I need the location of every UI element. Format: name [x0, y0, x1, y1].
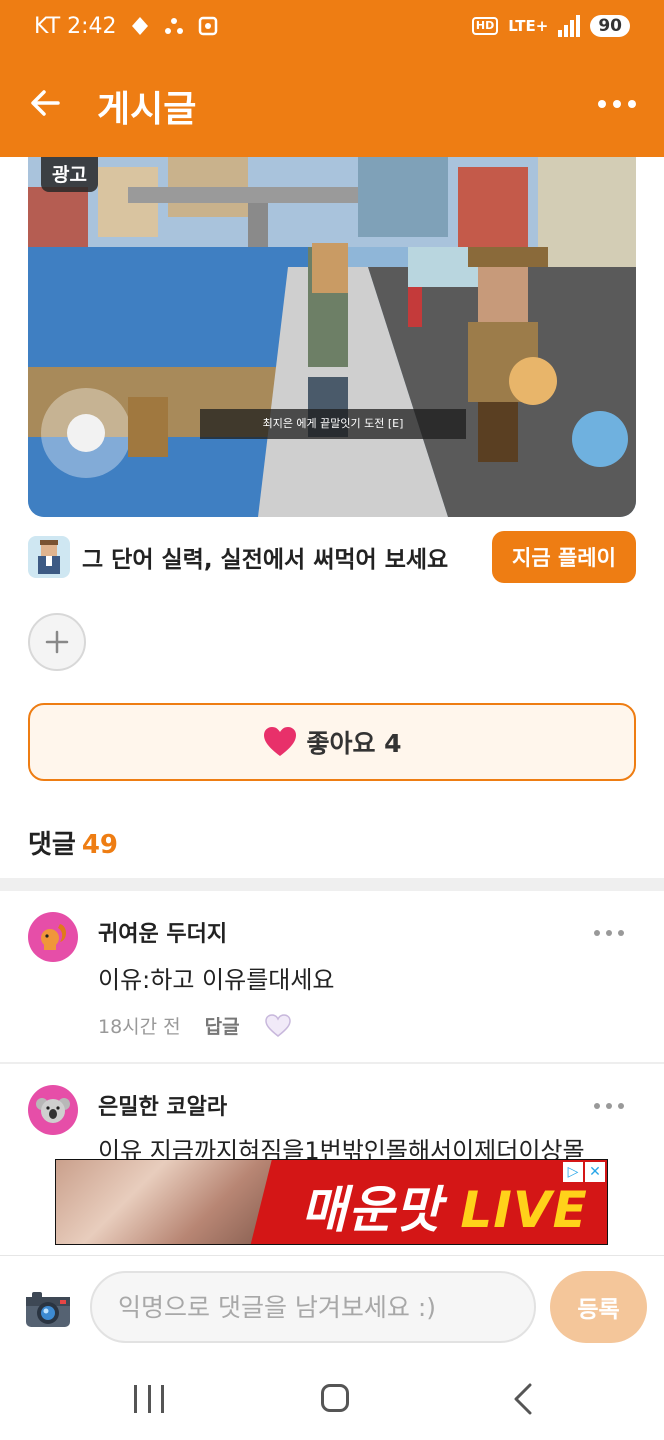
network-type: LTE+ [508, 16, 549, 35]
section-divider [0, 878, 664, 891]
page-title: 게시글 [97, 89, 197, 130]
ad-game-image[interactable] [28, 157, 636, 517]
banner-ad[interactable]: 매운맛 LIVE ▷ ✕ [55, 1159, 608, 1245]
screen-capture-icon [198, 16, 217, 36]
comment-author: 은밀한 코알라 [98, 1095, 228, 1120]
game-caption: 최지은 에게 끝말잇기 도전 [E] [200, 409, 466, 439]
comments-header: 댓글 49 [28, 824, 118, 861]
home-icon[interactable] [321, 1384, 349, 1412]
like-label: 좋아요 4 [306, 729, 402, 758]
game-scene-illustration [28, 157, 636, 517]
recent-apps-icon[interactable] [134, 1385, 164, 1413]
status-time: KT 2:42 [34, 13, 117, 39]
arrow-left-icon[interactable] [28, 86, 62, 120]
ad-promo-row: 그 단어 실력, 실전에서 써먹어 보세요 지금 플레이 [28, 530, 636, 584]
hd-voice-badge: HD [471, 17, 499, 35]
more-horizontal-icon[interactable] [598, 92, 638, 116]
back-nav-icon[interactable] [508, 1382, 538, 1416]
comment-item: 은밀한 코알라 이유 지금까지혀짐을1번밖인몰해서이제더이상몰 [0, 1064, 664, 1159]
comment-composer: 등록 [0, 1255, 664, 1359]
game-avatar-icon [28, 536, 70, 578]
squirrel-icon [28, 912, 78, 962]
comments-count: 49 [81, 830, 119, 860]
system-nav-bar [0, 1360, 664, 1440]
heart-outline-icon[interactable] [264, 1013, 292, 1039]
add-reaction-button[interactable] [28, 613, 86, 671]
banner-text: 매운맛 LIVE [301, 1181, 588, 1239]
ad-tagline: 그 단어 실력, 실전에서 써먹어 보세요 [82, 547, 449, 573]
status-bar: KT 2:42 HD LTE+ 90 [0, 0, 664, 52]
app-header: KT 2:42 HD LTE+ 90 게시글 [0, 0, 664, 157]
koala-icon [28, 1085, 78, 1135]
comment-time: 18시간 전 [98, 1016, 181, 1038]
play-now-button[interactable]: 지금 플레이 [492, 531, 636, 583]
comment-author: 귀여운 두더지 [98, 922, 228, 947]
comment-input[interactable] [90, 1271, 536, 1343]
submit-button[interactable]: 등록 [550, 1271, 647, 1343]
comment-more-icon[interactable] [594, 1103, 624, 1109]
signal-icon [558, 15, 581, 37]
camera-icon[interactable] [24, 1289, 72, 1329]
notification-icon [131, 17, 148, 35]
heart-icon [264, 727, 297, 756]
recycle-icon [164, 18, 183, 34]
comments-label: 댓글 [28, 830, 76, 860]
comment-meta: 18시간 전 답글 [98, 1012, 292, 1039]
comment-text: 이유 지금까지혀짐을1번밖인몰해서이제더이상몰 [98, 1137, 585, 1159]
adchoices-icon[interactable]: ▷ ✕ [563, 1162, 605, 1182]
banner-photo [56, 1160, 286, 1244]
comment-text: 이유:하고 이유를대세요 [98, 966, 335, 994]
ad-badge: 광고 [41, 157, 98, 192]
comment-more-icon[interactable] [594, 930, 624, 936]
reply-button[interactable]: 답글 [205, 1012, 240, 1039]
like-button[interactable]: 좋아요 4 [28, 703, 636, 781]
battery-level: 90 [590, 15, 630, 37]
title-bar: 게시글 [0, 60, 664, 146]
plus-icon [45, 630, 69, 654]
comment-item: 귀여운 두더지 이유:하고 이유를대세요 18시간 전 답글 [0, 891, 664, 1062]
